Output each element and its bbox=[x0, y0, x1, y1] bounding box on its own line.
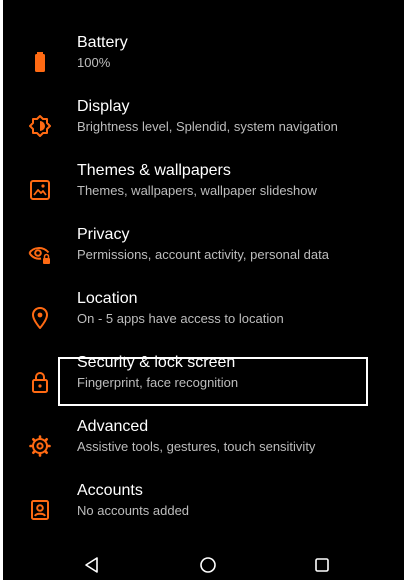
back-triangle-icon[interactable] bbox=[81, 554, 103, 576]
settings-item-display[interactable]: Display Brightness level, Splendid, syst… bbox=[3, 96, 404, 160]
settings-item-title: Battery bbox=[77, 34, 128, 51]
settings-item-subtitle: Assistive tools, gestures, touch sensiti… bbox=[77, 439, 316, 454]
settings-item-title: Security & lock screen bbox=[77, 354, 236, 371]
location-pin-icon bbox=[28, 306, 52, 330]
settings-item-battery[interactable]: Battery 100% bbox=[3, 32, 404, 96]
settings-item-privacy[interactable]: Privacy Permissions, account activity, p… bbox=[3, 224, 404, 288]
settings-item-subtitle: On - 5 apps have access to location bbox=[77, 311, 284, 326]
settings-item-subtitle: Permissions, account activity, personal … bbox=[77, 247, 329, 262]
privacy-eye-lock-icon bbox=[28, 242, 52, 266]
settings-item-title: Location bbox=[77, 290, 138, 307]
settings-item-location[interactable]: Location On - 5 apps have access to loca… bbox=[3, 288, 404, 352]
battery-icon bbox=[28, 50, 52, 74]
settings-item-title: Accounts bbox=[77, 482, 143, 499]
wallpaper-icon bbox=[28, 178, 52, 202]
navigation-bar bbox=[3, 548, 404, 580]
advanced-gear-icon bbox=[28, 434, 52, 458]
settings-item-title: Advanced bbox=[77, 418, 149, 435]
settings-item-security-lock-screen[interactable]: Security & lock screen Fingerprint, face… bbox=[3, 352, 404, 416]
settings-item-subtitle: Fingerprint, face recognition bbox=[77, 375, 239, 390]
display-brightness-icon bbox=[28, 114, 52, 138]
settings-item-subtitle: Brightness level, Splendid, system navig… bbox=[77, 119, 338, 134]
settings-item-accounts[interactable]: Accounts No accounts added bbox=[3, 480, 404, 544]
account-box-icon bbox=[28, 498, 52, 522]
home-circle-icon[interactable] bbox=[197, 554, 219, 576]
lock-icon bbox=[28, 370, 52, 394]
settings-screen: Battery 100% Display Brightness level, S… bbox=[3, 0, 404, 580]
settings-item-title: Privacy bbox=[77, 226, 130, 243]
settings-item-advanced[interactable]: Advanced Assistive tools, gestures, touc… bbox=[3, 416, 404, 480]
settings-item-subtitle: 100% bbox=[77, 55, 111, 70]
settings-item-subtitle: No accounts added bbox=[77, 503, 190, 518]
settings-item-title: Display bbox=[77, 98, 130, 115]
recents-square-icon[interactable] bbox=[311, 554, 333, 576]
settings-item-subtitle: Themes, wallpapers, wallpaper slideshow bbox=[77, 183, 317, 198]
settings-item-themes-wallpapers[interactable]: Themes & wallpapers Themes, wallpapers, … bbox=[3, 160, 404, 224]
settings-item-title: Themes & wallpapers bbox=[77, 162, 231, 179]
